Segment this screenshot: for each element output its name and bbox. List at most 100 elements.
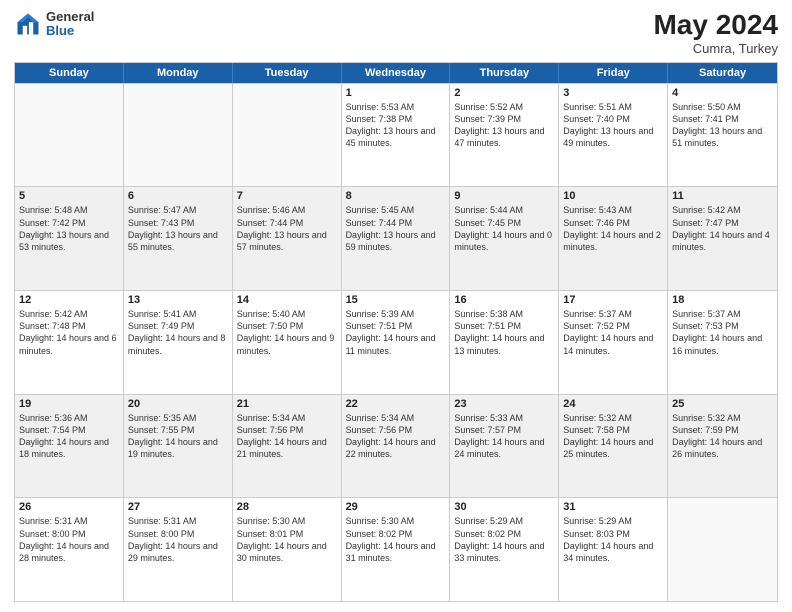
day-cell-14: 14 Sunrise: 5:40 AM Sunset: 7:50 PM Dayli… (233, 291, 342, 394)
cell-info: Sunrise: 5:29 AM Sunset: 8:02 PM Dayligh… (454, 515, 554, 564)
cell-info: Sunrise: 5:37 AM Sunset: 7:53 PM Dayligh… (672, 308, 773, 357)
calendar-week-1: 1Sunrise: 5:53 AM Sunset: 7:38 PM Daylig… (15, 83, 777, 187)
day-number: 13 (128, 294, 228, 306)
day-cell-16: 16Sunrise: 5:38 AM Sunset: 7:51 PM Dayli… (450, 291, 559, 394)
cell-info: Sunrise: 5:39 AM Sunset: 7:51 PM Dayligh… (346, 308, 446, 357)
cell-info: Sunrise: 5:45 AM Sunset: 7:44 PM Dayligh… (346, 204, 446, 253)
day-number: 1 (346, 87, 446, 99)
day-cell-17: 17 Sunrise: 5:37 AM Sunset: 7:52 PM Dayli… (559, 291, 668, 394)
cell-info: Sunrise: 5:44 AM Sunset: 7:45 PM Dayligh… (454, 204, 554, 253)
title-block: May 2024 Cumra, Turkey (653, 10, 778, 56)
day-cell-20: 20 Sunrise: 5:35 AM Sunset: 7:55 PM Dayli… (124, 395, 233, 498)
empty-cell (124, 84, 233, 187)
day-cell-3: 3 Sunrise: 5:51 AM Sunset: 7:40 PM Daylig… (559, 84, 668, 187)
header-day-monday: Monday (124, 63, 233, 83)
day-number: 29 (346, 501, 446, 513)
cell-info: Sunrise: 5:30 AM Sunset: 8:01 PM Dayligh… (237, 515, 337, 564)
cell-info: Sunrise: 5:32 AM Sunset: 7:58 PM Dayligh… (563, 412, 663, 461)
day-cell-28: 28 Sunrise: 5:30 AM Sunset: 8:01 PM Dayli… (233, 498, 342, 601)
location: Cumra, Turkey (653, 41, 778, 56)
day-cell-2: 2 Sunrise: 5:52 AM Sunset: 7:39 PM Daylig… (450, 84, 559, 187)
day-number: 16 (454, 294, 554, 306)
day-cell-24: 24 Sunrise: 5:32 AM Sunset: 7:58 PM Dayli… (559, 395, 668, 498)
day-cell-22: 22 Sunrise: 5:34 AM Sunset: 7:56 PM Dayli… (342, 395, 451, 498)
calendar-week-3: 12 Sunrise: 5:42 AM Sunset: 7:48 PM Dayli… (15, 290, 777, 394)
day-number: 28 (237, 501, 337, 513)
empty-cell (15, 84, 124, 187)
day-cell-15: 15 Sunrise: 5:39 AM Sunset: 7:51 PM Dayli… (342, 291, 451, 394)
page: General Blue May 2024 Cumra, Turkey Sund… (0, 0, 792, 612)
day-cell-9: 9Sunrise: 5:44 AM Sunset: 7:45 PM Daylig… (450, 187, 559, 290)
day-number: 26 (19, 501, 119, 513)
day-cell-12: 12 Sunrise: 5:42 AM Sunset: 7:48 PM Dayli… (15, 291, 124, 394)
day-cell-25: 25Sunrise: 5:32 AM Sunset: 7:59 PM Dayli… (668, 395, 777, 498)
day-number: 17 (563, 294, 663, 306)
cell-info: Sunrise: 5:42 AM Sunset: 7:48 PM Dayligh… (19, 308, 119, 357)
day-cell-29: 29 Sunrise: 5:30 AM Sunset: 8:02 PM Dayli… (342, 498, 451, 601)
header-day-tuesday: Tuesday (233, 63, 342, 83)
day-cell-5: 5Sunrise: 5:48 AM Sunset: 7:42 PM Daylig… (15, 187, 124, 290)
cell-info: Sunrise: 5:34 AM Sunset: 7:56 PM Dayligh… (346, 412, 446, 461)
cell-info: Sunrise: 5:37 AM Sunset: 7:52 PM Dayligh… (563, 308, 663, 357)
day-cell-23: 23Sunrise: 5:33 AM Sunset: 7:57 PM Dayli… (450, 395, 559, 498)
day-number: 19 (19, 398, 119, 410)
day-number: 2 (454, 87, 554, 99)
day-number: 11 (672, 190, 773, 202)
cell-info: Sunrise: 5:46 AM Sunset: 7:44 PM Dayligh… (237, 204, 337, 253)
day-cell-26: 26Sunrise: 5:31 AM Sunset: 8:00 PM Dayli… (15, 498, 124, 601)
day-number: 4 (672, 87, 773, 99)
month-year: May 2024 (653, 10, 778, 41)
day-number: 3 (563, 87, 663, 99)
calendar: SundayMondayTuesdayWednesdayThursdayFrid… (14, 62, 778, 602)
day-number: 31 (563, 501, 663, 513)
day-number: 23 (454, 398, 554, 410)
header-day-thursday: Thursday (450, 63, 559, 83)
logo-general-text: General (46, 10, 94, 24)
day-number: 20 (128, 398, 228, 410)
day-number: 10 (563, 190, 663, 202)
day-cell-27: 27 Sunrise: 5:31 AM Sunset: 8:00 PM Dayli… (124, 498, 233, 601)
header-day-wednesday: Wednesday (342, 63, 451, 83)
cell-info: Sunrise: 5:30 AM Sunset: 8:02 PM Dayligh… (346, 515, 446, 564)
day-number: 22 (346, 398, 446, 410)
header-day-sunday: Sunday (15, 63, 124, 83)
day-number: 12 (19, 294, 119, 306)
cell-info: Sunrise: 5:50 AM Sunset: 7:41 PM Dayligh… (672, 101, 773, 150)
day-number: 15 (346, 294, 446, 306)
cell-info: Sunrise: 5:32 AM Sunset: 7:59 PM Dayligh… (672, 412, 773, 461)
day-number: 8 (346, 190, 446, 202)
calendar-body: 1Sunrise: 5:53 AM Sunset: 7:38 PM Daylig… (15, 83, 777, 601)
cell-info: Sunrise: 5:36 AM Sunset: 7:54 PM Dayligh… (19, 412, 119, 461)
cell-info: Sunrise: 5:43 AM Sunset: 7:46 PM Dayligh… (563, 204, 663, 253)
calendar-week-5: 26 Sunrise: 5:31 AM Sunset: 8:00 PM Dayli… (15, 497, 777, 601)
calendar-week-2: 5Sunrise: 5:48 AM Sunset: 7:42 PM Daylig… (15, 186, 777, 290)
cell-info: Sunrise: 5:29 AM Sunset: 8:03 PM Dayligh… (563, 515, 663, 564)
day-cell-10: 10 Sunrise: 5:43 AM Sunset: 7:46 PM Dayli… (559, 187, 668, 290)
day-cell-6: 6 Sunrise: 5:47 AM Sunset: 7:43 PM Daylig… (124, 187, 233, 290)
cell-info: Sunrise: 5:52 AM Sunset: 7:39 PM Dayligh… (454, 101, 554, 150)
day-number: 6 (128, 190, 228, 202)
day-number: 5 (19, 190, 119, 202)
logo-blue-text: Blue (46, 24, 94, 38)
calendar-week-4: 19 Sunrise: 5:36 AM Sunset: 7:54 PM Dayli… (15, 394, 777, 498)
day-cell-11: 11Sunrise: 5:42 AM Sunset: 7:47 PM Dayli… (668, 187, 777, 290)
day-cell-1: 1Sunrise: 5:53 AM Sunset: 7:38 PM Daylig… (342, 84, 451, 187)
cell-info: Sunrise: 5:35 AM Sunset: 7:55 PM Dayligh… (128, 412, 228, 461)
day-number: 14 (237, 294, 337, 306)
logo-text: General Blue (46, 10, 94, 39)
logo: General Blue (14, 10, 94, 39)
cell-info: Sunrise: 5:31 AM Sunset: 8:00 PM Dayligh… (128, 515, 228, 564)
day-cell-21: 21Sunrise: 5:34 AM Sunset: 7:56 PM Dayli… (233, 395, 342, 498)
day-number: 24 (563, 398, 663, 410)
cell-info: Sunrise: 5:51 AM Sunset: 7:40 PM Dayligh… (563, 101, 663, 150)
day-cell-13: 13Sunrise: 5:41 AM Sunset: 7:49 PM Dayli… (124, 291, 233, 394)
day-number: 27 (128, 501, 228, 513)
empty-cell (233, 84, 342, 187)
day-cell-4: 4 Sunrise: 5:50 AM Sunset: 7:41 PM Daylig… (668, 84, 777, 187)
day-number: 30 (454, 501, 554, 513)
logo-icon (14, 10, 42, 38)
day-number: 7 (237, 190, 337, 202)
cell-info: Sunrise: 5:40 AM Sunset: 7:50 PM Dayligh… (237, 308, 337, 357)
day-cell-30: 30 Sunrise: 5:29 AM Sunset: 8:02 PM Dayli… (450, 498, 559, 601)
cell-info: Sunrise: 5:47 AM Sunset: 7:43 PM Dayligh… (128, 204, 228, 253)
